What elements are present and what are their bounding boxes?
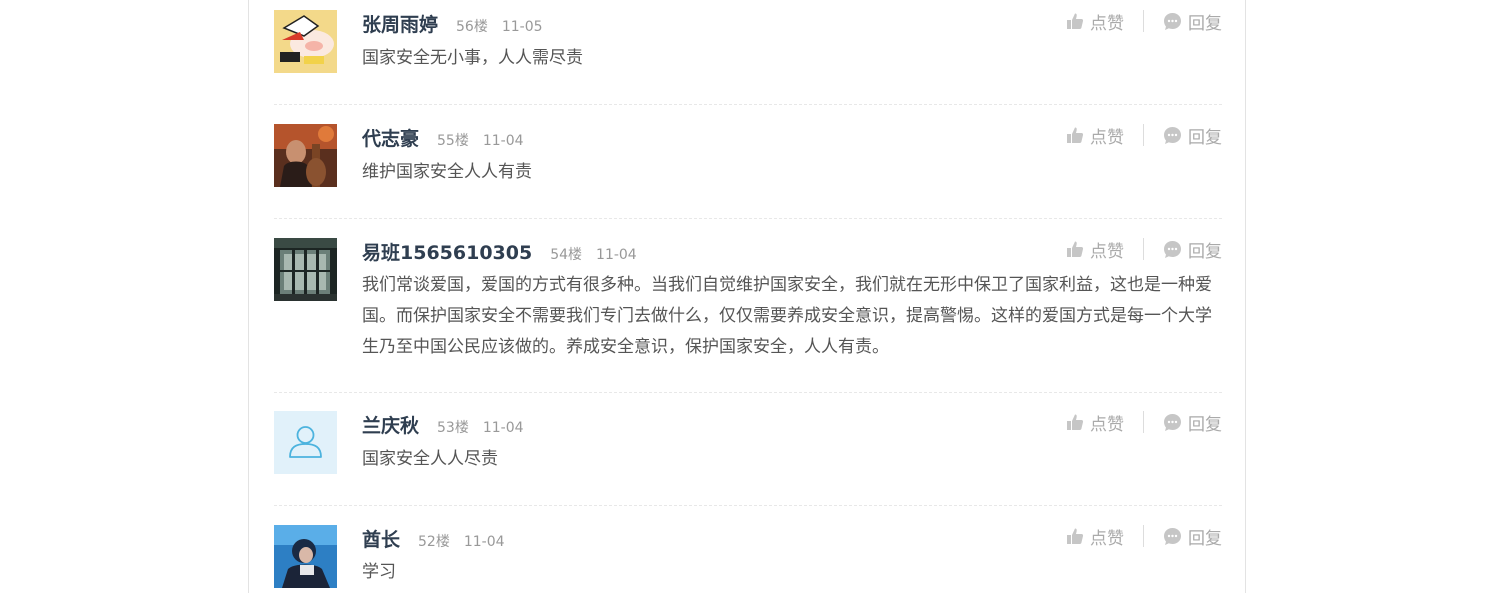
thumbs-up-icon bbox=[1067, 127, 1084, 143]
username[interactable]: 兰庆秋 bbox=[362, 411, 419, 438]
comment-date: 11-04 bbox=[596, 247, 637, 263]
username[interactable]: 酋长 bbox=[362, 525, 400, 552]
chat-bubble-icon bbox=[1164, 126, 1181, 144]
comment-item: 代志豪 55楼 11-04 点赞 回复 维护国家安全人人有责 bbox=[274, 124, 1222, 194]
like-button[interactable]: 点赞 bbox=[1066, 9, 1124, 34]
divider bbox=[274, 104, 1222, 105]
comment-date: 11-04 bbox=[482, 133, 524, 149]
thumbs-up-icon bbox=[1067, 241, 1084, 257]
username[interactable]: 代志豪 bbox=[362, 124, 419, 151]
reply-label: 回复 bbox=[1188, 241, 1222, 262]
like-label: 点赞 bbox=[1090, 528, 1124, 549]
username[interactable]: 张周雨婷 bbox=[362, 10, 438, 37]
comment-text: 国家安全人人尽责 bbox=[362, 449, 498, 469]
like-label: 点赞 bbox=[1090, 414, 1124, 435]
floor-number: 56楼 bbox=[456, 19, 488, 35]
reply-label: 回复 bbox=[1188, 13, 1222, 34]
divider bbox=[274, 505, 1222, 506]
comment-text: 学习 bbox=[362, 562, 396, 582]
like-button[interactable]: 点赞 bbox=[1066, 123, 1124, 148]
divider bbox=[274, 218, 1222, 219]
action-divider bbox=[1143, 124, 1144, 146]
comment-item: 兰庆秋 53楼 11-04 点赞 回复 国家安全人人尽责 bbox=[274, 411, 1222, 481]
action-divider bbox=[1143, 411, 1144, 433]
floor-number: 52楼 bbox=[418, 534, 450, 550]
reply-button[interactable]: 回复 bbox=[1163, 9, 1222, 34]
cartoon-avatar-icon bbox=[274, 10, 337, 73]
avatar[interactable] bbox=[274, 238, 337, 301]
comment-item: 酋长 52楼 11-04 点赞 回复 学习 bbox=[274, 525, 1222, 593]
chat-bubble-icon bbox=[1164, 12, 1181, 30]
floor-number: 53楼 bbox=[437, 420, 469, 436]
like-button[interactable]: 点赞 bbox=[1066, 237, 1124, 262]
window-photo-avatar-icon bbox=[274, 238, 337, 301]
reply-label: 回复 bbox=[1188, 414, 1222, 435]
comment-date: 11-04 bbox=[463, 534, 505, 550]
action-divider bbox=[1143, 10, 1144, 32]
comment-date: 11-05 bbox=[501, 19, 543, 35]
blue-photo-avatar-icon bbox=[274, 525, 337, 588]
chat-bubble-icon bbox=[1164, 240, 1181, 258]
avatar[interactable] bbox=[274, 124, 337, 187]
default-user-avatar-icon bbox=[274, 411, 337, 474]
like-button[interactable]: 点赞 bbox=[1066, 524, 1124, 549]
comment-text: 我们常谈爱国，爱国的方式有很多种。当我们自觉维护国家安全，我们就在无形中保卫了国… bbox=[362, 275, 1212, 357]
like-label: 点赞 bbox=[1090, 127, 1124, 148]
floor-number: 55楼 bbox=[437, 133, 469, 149]
divider bbox=[274, 392, 1222, 393]
action-divider bbox=[1143, 525, 1144, 547]
photo-avatar-icon bbox=[274, 124, 337, 187]
comment-date: 11-04 bbox=[482, 420, 524, 436]
like-label: 点赞 bbox=[1090, 13, 1124, 34]
comment-text: 维护国家安全人人有责 bbox=[362, 162, 532, 182]
avatar[interactable] bbox=[274, 411, 337, 474]
comment-list: 张周雨婷 56楼 11-05 点赞 回复 国家安全无小事，人人需尽责 代志豪 5… bbox=[248, 0, 1246, 593]
reply-button[interactable]: 回复 bbox=[1163, 410, 1222, 435]
avatar[interactable] bbox=[274, 525, 337, 588]
reply-button[interactable]: 回复 bbox=[1163, 524, 1222, 549]
thumbs-up-icon bbox=[1067, 414, 1084, 430]
chat-bubble-icon bbox=[1164, 413, 1181, 431]
comment-item: 易班1565610305 54楼 11-04 点赞 回复 我们常谈爱国，爱国的方… bbox=[274, 238, 1222, 368]
thumbs-up-icon bbox=[1067, 13, 1084, 29]
avatar[interactable] bbox=[274, 10, 337, 73]
action-divider bbox=[1143, 238, 1144, 260]
thumbs-up-icon bbox=[1067, 528, 1084, 544]
reply-button[interactable]: 回复 bbox=[1163, 237, 1222, 262]
reply-button[interactable]: 回复 bbox=[1163, 123, 1222, 148]
like-label: 点赞 bbox=[1090, 241, 1124, 262]
floor-number: 54楼 bbox=[550, 247, 583, 263]
reply-label: 回复 bbox=[1188, 127, 1222, 148]
like-button[interactable]: 点赞 bbox=[1066, 410, 1124, 435]
chat-bubble-icon bbox=[1164, 527, 1181, 545]
reply-label: 回复 bbox=[1188, 528, 1222, 549]
comment-text: 国家安全无小事，人人需尽责 bbox=[362, 48, 583, 68]
username[interactable]: 易班1565610305 bbox=[362, 238, 532, 265]
comment-item: 张周雨婷 56楼 11-05 点赞 回复 国家安全无小事，人人需尽责 bbox=[274, 10, 1222, 80]
